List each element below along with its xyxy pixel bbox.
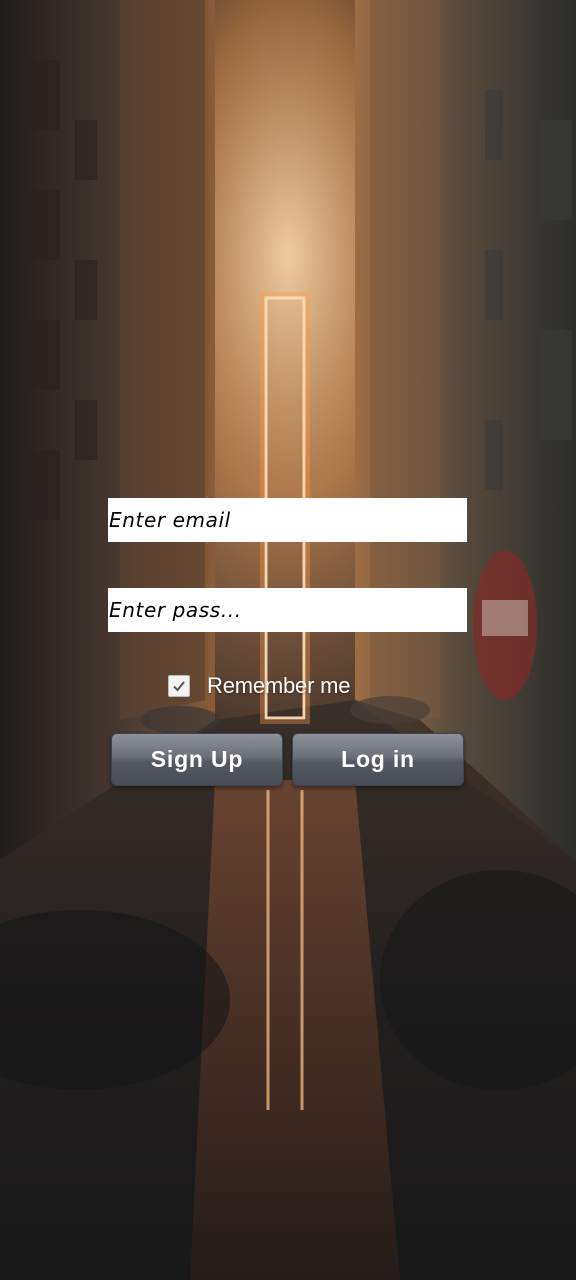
email-input[interactable] [108,498,467,542]
password-input[interactable] [108,588,467,632]
background-image [0,0,576,1280]
remember-me-label: Remember me [207,673,351,698]
remember-me-row[interactable]: Remember me [168,672,350,700]
city-alley-background [0,0,576,1280]
remember-me-checkbox[interactable] [168,675,190,697]
log-in-button[interactable]: Log in [292,733,464,786]
sign-up-button[interactable]: Sign Up [111,733,283,786]
checkmark-icon [173,681,185,692]
